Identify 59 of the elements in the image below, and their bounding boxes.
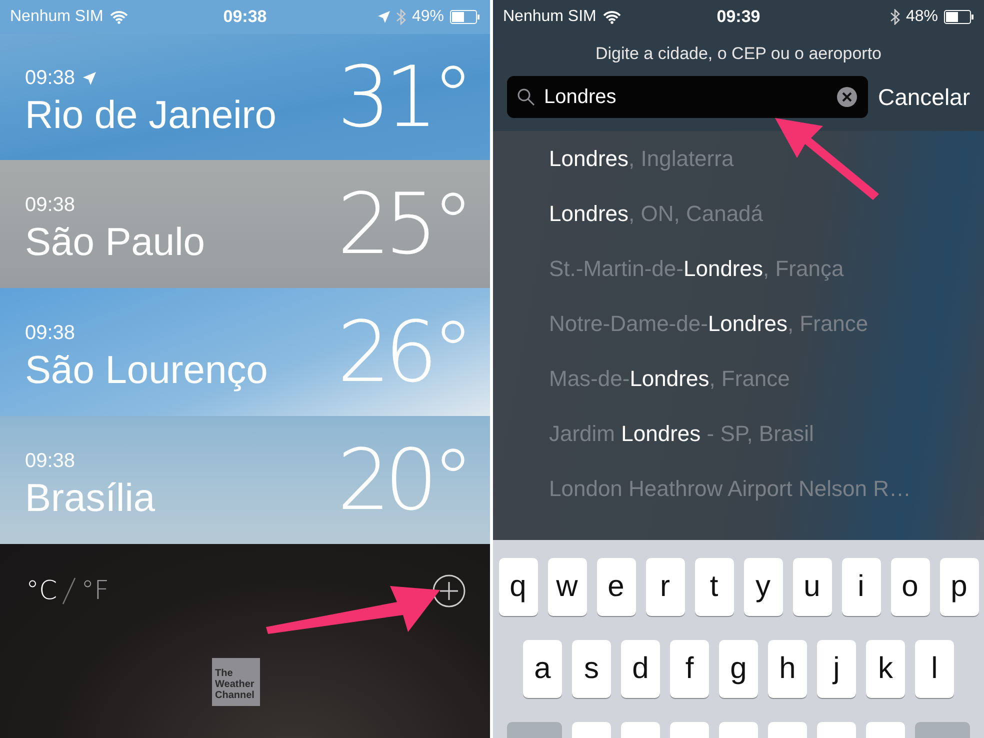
- keyboard-key[interactable]: j: [817, 640, 856, 698]
- battery-icon: [450, 10, 480, 24]
- keyboard-key[interactable]: h: [768, 640, 807, 698]
- keyboard-key[interactable]: i: [842, 558, 880, 616]
- temperature: 20°: [337, 438, 468, 522]
- temperature: 31°: [337, 55, 468, 139]
- wifi-icon: [603, 10, 622, 24]
- clear-icon[interactable]: [836, 86, 858, 108]
- search-result[interactable]: Notre-Dame-de-Londres, France: [549, 296, 868, 351]
- search-result[interactable]: Londres, Inglaterra: [549, 131, 734, 186]
- temperature: 26°: [337, 310, 468, 394]
- search-bar[interactable]: Londres: [507, 76, 868, 118]
- status-time: 09:39: [716, 7, 760, 27]
- search-result[interactable]: St.-Martin-de-Londres, França: [549, 241, 844, 296]
- keyboard-key[interactable]: g: [719, 640, 758, 698]
- keyboard-key[interactable]: u: [792, 558, 832, 616]
- battery-percentage: 48%: [906, 8, 938, 26]
- keyboard-key[interactable]: r: [646, 558, 684, 616]
- city-name: São Lourenço: [25, 348, 268, 392]
- city-name: Rio de Janeiro: [25, 94, 276, 138]
- city-time: 09:38: [25, 66, 76, 90]
- battery-percentage: 49%: [412, 8, 444, 26]
- weather-channel-logo: The Weather Channel: [212, 658, 260, 706]
- carrier-name: Nenhum SIM: [503, 8, 596, 26]
- status-time: 09:38: [223, 7, 267, 27]
- bluetooth-icon: [396, 9, 406, 25]
- search-input[interactable]: Londres: [544, 86, 827, 108]
- temperature-unit-toggle[interactable]: °F: [81, 576, 110, 606]
- wifi-icon: [110, 10, 128, 24]
- city-time: 09:38: [25, 450, 76, 472]
- city-time: 09:38: [25, 322, 76, 344]
- search-icon: [517, 88, 535, 106]
- search-result[interactable]: Jardim Londres - SP, Brasil: [549, 406, 814, 461]
- keyboard-key[interactable]: d: [621, 640, 660, 698]
- carrier-name: Nenhum SIM: [10, 8, 104, 26]
- search-prompt: Digite a cidade, o CEP ou o aeroporto: [594, 44, 883, 64]
- keyboard-key[interactable]: k: [866, 640, 905, 698]
- keyboard-key[interactable]: t: [694, 558, 734, 616]
- keyboard-key[interactable]: p: [940, 558, 978, 616]
- temperature-unit-toggle[interactable]: °C: [26, 576, 58, 606]
- city-name: Brasília: [25, 476, 156, 520]
- keyboard-key[interactable]: s: [572, 640, 611, 698]
- keyboard-key[interactable]: y: [744, 558, 782, 616]
- city-name: São Paulo: [25, 220, 205, 264]
- temperature: 25°: [337, 182, 468, 266]
- keyboard-key[interactable]: w: [548, 558, 586, 616]
- keyboard-key[interactable]: l: [915, 640, 954, 698]
- battery-icon: [944, 10, 974, 24]
- bluetooth-icon: [890, 9, 900, 25]
- cancel-button[interactable]: Cancelar: [878, 84, 970, 110]
- keyboard-key[interactable]: o: [890, 558, 930, 616]
- keyboard-key[interactable]: a: [523, 640, 562, 698]
- keyboard-key[interactable]: q: [498, 558, 538, 616]
- keyboard-key[interactable]: f: [670, 640, 709, 698]
- search-result[interactable]: Londres, ON, Canadá: [549, 186, 764, 241]
- city-time: 09:38: [25, 194, 76, 216]
- keyboard-key[interactable]: e: [596, 558, 636, 616]
- add-icon[interactable]: [432, 574, 466, 608]
- search-result[interactable]: Mas-de-Londres, France: [549, 351, 790, 406]
